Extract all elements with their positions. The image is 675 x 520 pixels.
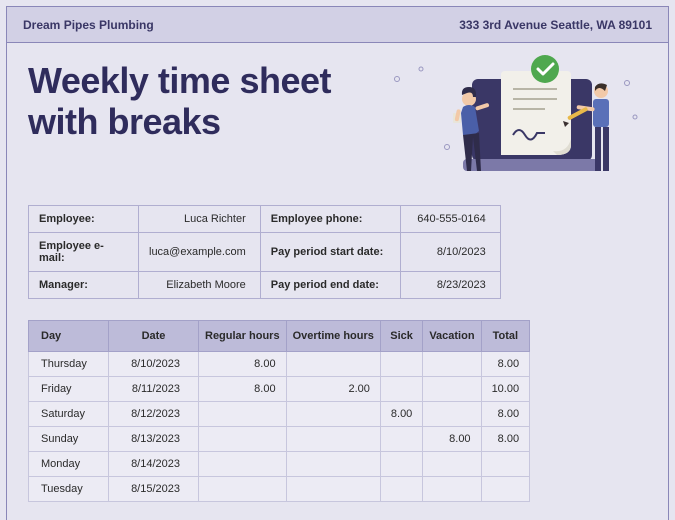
- col-regular: Regular hours: [199, 321, 287, 352]
- title-line-2: with breaks: [28, 101, 331, 142]
- employee-value: Luca Richter: [139, 206, 261, 233]
- col-vacation: Vacation: [423, 321, 481, 352]
- title-line-1: Weekly time sheet: [28, 60, 331, 101]
- time-table: Day Date Regular hours Overtime hours Si…: [28, 320, 530, 502]
- cell-day: Monday: [29, 452, 109, 477]
- cell-sick: [380, 427, 422, 452]
- employee-label: Employee:: [29, 206, 139, 233]
- cell-vacation: [423, 402, 481, 427]
- cell-total: 8.00: [481, 402, 530, 427]
- cell-date: 8/15/2023: [109, 477, 199, 502]
- col-date: Date: [109, 321, 199, 352]
- cell-day: Saturday: [29, 402, 109, 427]
- table-row: Thursday8/10/20238.008.00: [29, 352, 530, 377]
- cell-date: 8/10/2023: [109, 352, 199, 377]
- col-overtime: Overtime hours: [286, 321, 380, 352]
- email-value: luca@example.com: [139, 233, 261, 272]
- cell-regular: 8.00: [199, 377, 287, 402]
- cell-sick: 8.00: [380, 402, 422, 427]
- table-row: Sunday8/13/2023 8.008.00: [29, 427, 530, 452]
- cell-regular: [199, 402, 287, 427]
- cell-regular: [199, 452, 287, 477]
- cell-sick: [380, 477, 422, 502]
- manager-value: Elizabeth Moore: [139, 272, 261, 299]
- cell-day: Friday: [29, 377, 109, 402]
- table-row: Saturday8/12/2023 8.00 8.00: [29, 402, 530, 427]
- cell-sick: [380, 377, 422, 402]
- cell-day: Thursday: [29, 352, 109, 377]
- cell-vacation: [423, 352, 481, 377]
- cell-vacation: 8.00: [423, 427, 481, 452]
- table-header-row: Day Date Regular hours Overtime hours Si…: [29, 321, 530, 352]
- cell-regular: [199, 427, 287, 452]
- cell-date: 8/12/2023: [109, 402, 199, 427]
- cell-overtime: [286, 452, 380, 477]
- cell-total: 8.00: [481, 352, 530, 377]
- company-address: 333 3rd Avenue Seattle, WA 89101: [459, 18, 652, 32]
- cell-date: 8/11/2023: [109, 377, 199, 402]
- cell-total: 10.00: [481, 377, 530, 402]
- cell-vacation: [423, 477, 481, 502]
- cell-overtime: [286, 477, 380, 502]
- cell-date: 8/14/2023: [109, 452, 199, 477]
- end-label: Pay period end date:: [260, 272, 400, 299]
- col-sick: Sick: [380, 321, 422, 352]
- table-row: Tuesday8/15/2023: [29, 477, 530, 502]
- page-title: Weekly time sheet with breaks: [28, 60, 331, 143]
- cell-overtime: [286, 352, 380, 377]
- info-table: Employee: Luca Richter Employee phone: 6…: [28, 205, 501, 299]
- cell-sick: [380, 452, 422, 477]
- cell-overtime: [286, 427, 380, 452]
- manager-label: Manager:: [29, 272, 139, 299]
- table-row: Monday8/14/2023: [29, 452, 530, 477]
- cell-overtime: [286, 402, 380, 427]
- phone-value: 640-555-0164: [400, 206, 500, 233]
- cell-regular: [199, 477, 287, 502]
- cell-vacation: [423, 452, 481, 477]
- end-value: 8/23/2023: [400, 272, 500, 299]
- company-name: Dream Pipes Plumbing: [23, 18, 154, 32]
- cell-day: Sunday: [29, 427, 109, 452]
- col-day: Day: [29, 321, 109, 352]
- cell-regular: 8.00: [199, 352, 287, 377]
- cell-total: 8.00: [481, 427, 530, 452]
- email-label: Employee e-mail:: [29, 233, 139, 272]
- cell-total: [481, 477, 530, 502]
- cell-total: [481, 452, 530, 477]
- header-bar: Dream Pipes Plumbing 333 3rd Avenue Seat…: [7, 7, 668, 43]
- cell-sick: [380, 352, 422, 377]
- col-total: Total: [481, 321, 530, 352]
- cell-vacation: [423, 377, 481, 402]
- timesheet-illustration: [377, 55, 647, 185]
- cell-date: 8/13/2023: [109, 427, 199, 452]
- start-value: 8/10/2023: [400, 233, 500, 272]
- cell-overtime: 2.00: [286, 377, 380, 402]
- table-row: Friday8/11/20238.002.00 10.00: [29, 377, 530, 402]
- cell-day: Tuesday: [29, 477, 109, 502]
- start-label: Pay period start date:: [260, 233, 400, 272]
- phone-label: Employee phone:: [260, 206, 400, 233]
